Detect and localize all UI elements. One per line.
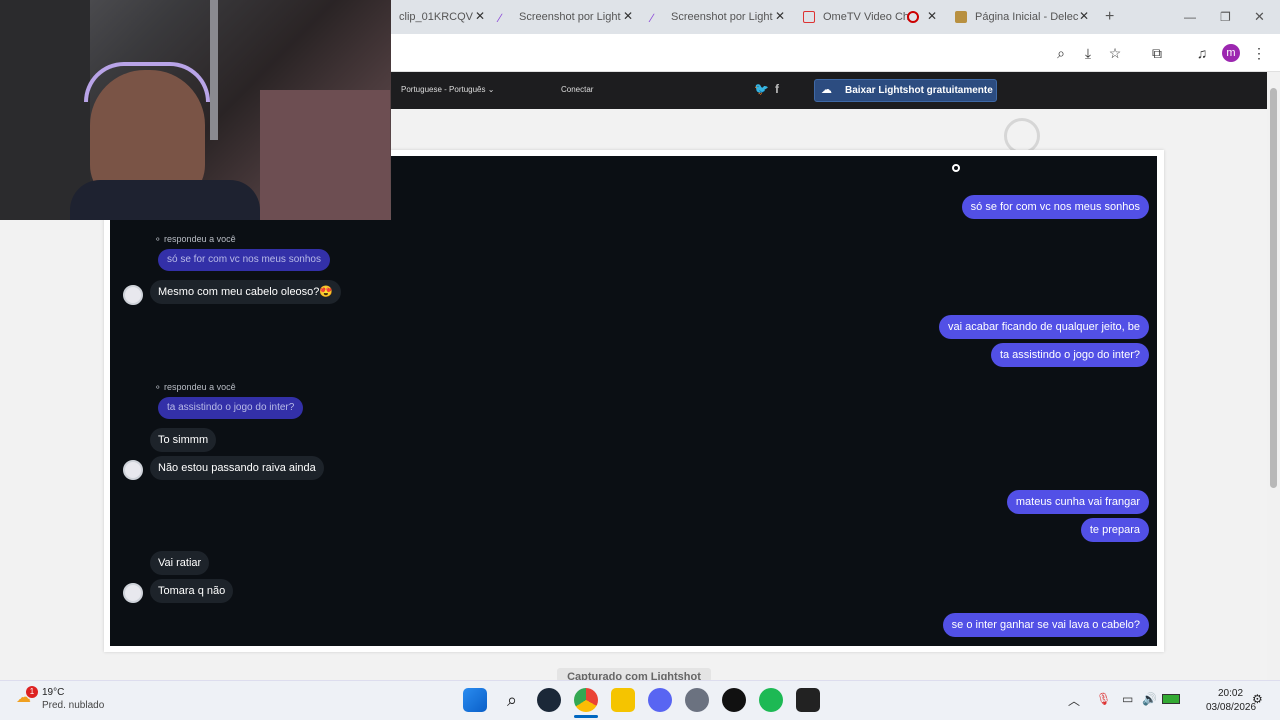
close-tab-icon[interactable]: ✕ [775, 9, 785, 23]
avatar [123, 583, 143, 603]
headset-icon [84, 62, 210, 102]
notifications-icon[interactable]: ⚙ [1252, 692, 1263, 706]
profile-avatar[interactable]: m [1222, 44, 1240, 62]
zoom-icon[interactable]: ⌕ [1052, 44, 1070, 62]
reply-indicator: ⚬ respondeu a você [154, 234, 236, 244]
menu-kebab-icon[interactable]: ⋮ [1250, 44, 1268, 62]
clock-date[interactable]: 03/08/2026 [1206, 702, 1256, 713]
microphone-icon[interactable]: 🎙 [1096, 692, 1111, 706]
avatar [123, 460, 143, 480]
avatar [123, 285, 143, 305]
weather-temp[interactable]: 19°C [42, 687, 64, 698]
weather-desc[interactable]: Pred. nublado [42, 700, 104, 711]
scrollbar-thumb[interactable] [1270, 88, 1277, 488]
message-sent: ta assistindo o jogo do inter? [990, 343, 1149, 367]
message-received: Mesmo com meu cabelo oleoso?😍 [150, 280, 342, 304]
weather-badge: 1 [26, 686, 38, 698]
tray-chevron-icon[interactable]: ︿ [1068, 692, 1080, 709]
lightshot-header: Portuguese - Português ⌄ Conectar 🐦 f ☁ … [391, 72, 1267, 109]
minimize-icon[interactable]: — [1176, 4, 1196, 30]
facebook-icon[interactable]: f [775, 82, 779, 96]
site-favicon-icon [955, 11, 967, 23]
tab-clip[interactable]: clip_01KRCQV ✕ [391, 4, 491, 30]
message-sent: te prepara [1080, 518, 1149, 542]
lightshot-feather-icon: ∕ [499, 11, 502, 25]
message-sent: se o inter ganhar se vai lava o cabelo? [942, 613, 1149, 637]
close-tab-icon[interactable]: ✕ [623, 9, 633, 23]
screenshot-image: só se for com vc nos meus sonhos vai aca… [110, 156, 1157, 646]
close-tab-icon[interactable]: ✕ [927, 9, 937, 23]
lightshot-feather-icon: ∕ [651, 11, 654, 25]
game-icon[interactable] [722, 688, 746, 712]
discord-icon[interactable] [648, 688, 672, 712]
ometv-icon [803, 11, 815, 23]
windows-start-icon[interactable] [463, 688, 487, 712]
chrome-icon[interactable] [574, 688, 598, 712]
network-icon[interactable]: ▭ [1122, 692, 1133, 706]
tab-screenshot-2[interactable]: ∕ Screenshot por Light ✕ [643, 4, 791, 30]
tab-pagina-inicial[interactable]: Página Inicial - Delec ✕ [947, 4, 1095, 30]
close-tab-icon[interactable]: ✕ [475, 9, 485, 23]
app-icon[interactable] [796, 688, 820, 712]
bookmark-star-icon[interactable]: ☆ [1106, 44, 1124, 62]
message-sent: só se for com vc nos meus sonhos [961, 195, 1149, 219]
connect-link[interactable]: Conectar [561, 85, 593, 94]
extensions-icon[interactable]: ⧉ [1148, 44, 1166, 62]
steam-icon[interactable] [537, 688, 561, 712]
message-received: Vai ratiar [150, 551, 210, 575]
cursor-icon [952, 164, 960, 172]
file-explorer-icon[interactable] [611, 688, 635, 712]
language-select[interactable]: Portuguese - Português ⌄ [401, 85, 494, 94]
settings-gear-icon[interactable] [685, 688, 709, 712]
loading-spinner-icon [1004, 118, 1040, 154]
upload-cloud-icon: ☁ [821, 84, 832, 96]
tab-ometv[interactable]: OmeTV Video Ch ✕ [795, 4, 943, 30]
maximize-icon[interactable]: ❐ [1212, 4, 1232, 30]
media-controls-icon[interactable]: ♫ [1193, 44, 1211, 62]
spotify-icon[interactable] [759, 688, 783, 712]
download-lightshot-button[interactable]: ☁ Baixar Lightshot gratuitamente [814, 79, 997, 102]
twitter-icon[interactable]: 🐦 [754, 82, 769, 96]
close-tab-icon[interactable]: ✕ [1079, 9, 1089, 23]
install-app-icon[interactable]: ⤓ [1079, 44, 1097, 62]
search-icon[interactable]: ⌕ [500, 688, 524, 712]
new-tab-button[interactable]: + [1097, 4, 1121, 30]
tab-screenshot-1[interactable]: ∕ Screenshot por Light ✕ [491, 4, 639, 30]
webcam-overlay [0, 0, 391, 220]
clock-time[interactable]: 20:02 [1218, 688, 1243, 699]
message-sent: mateus cunha vai frangar [1006, 490, 1149, 514]
close-window-icon[interactable]: ✕ [1246, 4, 1266, 30]
quoted-message: só se for com vc nos meus sonhos [158, 249, 330, 271]
windows-taskbar [0, 680, 1280, 720]
message-received: To simmm [150, 428, 217, 452]
volume-icon[interactable]: 🔊 [1142, 692, 1157, 706]
message-sent: vai acabar ficando de qualquer jeito, be [938, 315, 1149, 339]
message-received: Não estou passando raiva ainda [150, 456, 324, 480]
quoted-message: ta assistindo o jogo do inter? [158, 397, 304, 419]
message-received: Tomara q não [150, 579, 234, 603]
reply-indicator: ⚬ respondeu a você [154, 382, 236, 392]
recording-icon [907, 11, 919, 23]
battery-icon[interactable] [1162, 694, 1180, 704]
